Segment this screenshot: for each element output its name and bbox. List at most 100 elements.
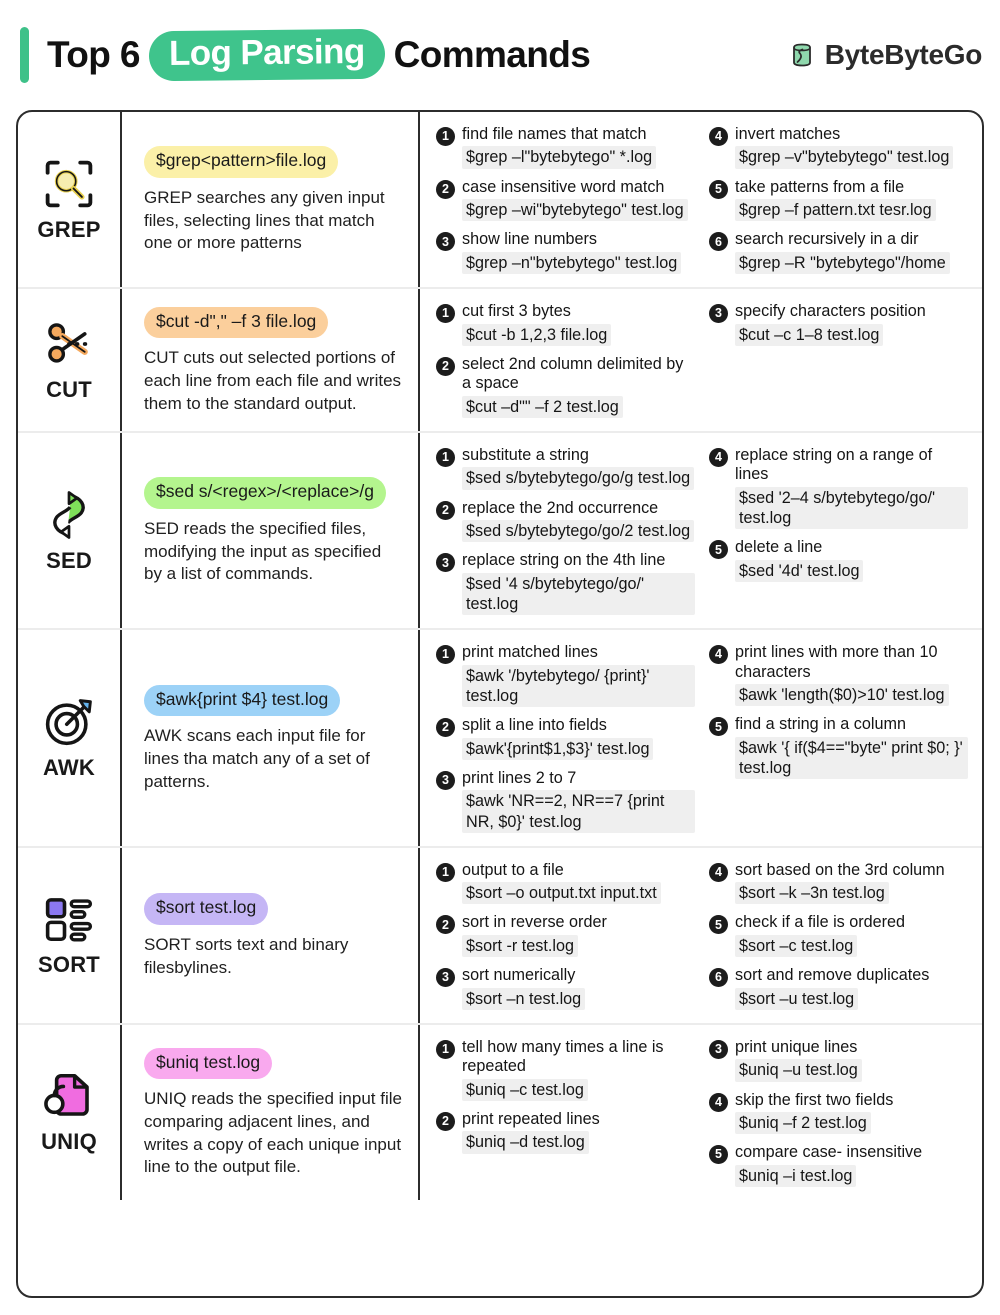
option-item: 5 delete a line $sed '4d' test.log <box>709 538 968 582</box>
command-description: CUT cuts out selected portions of each l… <box>144 348 402 413</box>
options-left-column: 1 cut first 3 bytes $cut -b 1,2,3 file.l… <box>436 302 695 418</box>
option-title: sort based on the 3rd column <box>735 860 945 879</box>
option-command: $sed s/bytebytego/go/2 test.log <box>462 520 695 543</box>
option-title: print matched lines <box>462 643 598 662</box>
command-syntax: $grep<pattern>file.log <box>144 146 339 178</box>
command-row-uniq: UNIQ $uniq test.log UNIQ reads the specifi… <box>18 1024 982 1200</box>
command-identity: SORT <box>18 847 122 1023</box>
option-number-badge: 4 <box>709 645 728 665</box>
option-item: 4 replace string on a range of lines $se… <box>709 446 968 530</box>
command-name: SORT <box>38 952 100 978</box>
option-number-badge: 3 <box>436 232 455 252</box>
option-item: 4 invert matches $grep –v"bytebytego" te… <box>709 125 968 169</box>
option-title: find file names that match <box>462 125 647 143</box>
command-summary: $sort test.log SORT sorts text and binary… <box>122 847 420 1023</box>
option-item: 5 check if a file is ordered $sort –c te… <box>709 913 968 958</box>
option-item: 3 print unique lines $uniq –u test.log <box>709 1038 968 1082</box>
option-number-badge: 5 <box>709 915 728 935</box>
option-title: find a string in a column <box>735 715 906 734</box>
command-name: CUT <box>46 376 92 402</box>
option-item: 1 print matched lines $awk '/bytebytego/… <box>436 643 695 708</box>
option-item: 4 sort based on the 3rd column $sort –k … <box>709 861 968 905</box>
document-copy-icon <box>42 1069 96 1123</box>
page-title: Top 6 Log Parsing Commands <box>20 27 787 83</box>
option-title: split a line into fields <box>462 716 607 735</box>
command-identity: SED <box>18 432 122 629</box>
option-number-badge: 5 <box>709 540 728 560</box>
options-left-column: 1 tell how many times a line is repeated… <box>436 1038 695 1187</box>
option-number-badge: 2 <box>436 500 455 520</box>
command-options: 1 print matched lines $awk '/bytebytego/… <box>420 630 982 846</box>
command-name: GREP <box>37 216 101 242</box>
option-title: sort numerically <box>462 966 576 985</box>
option-command: $uniq –u test.log <box>735 1059 862 1082</box>
options-left-column: 1 output to a file $sort –o output.txt i… <box>436 861 695 1010</box>
option-item: 2 case insensitive word match $grep –wi"… <box>436 178 695 222</box>
option-title: check if a file is ordered <box>735 913 906 932</box>
option-title: specify characters position <box>735 302 926 321</box>
option-number-badge: 5 <box>709 179 728 199</box>
command-summary: $uniq test.log UNIQ reads the specified i… <box>122 1024 420 1200</box>
option-item: 1 substitute a string $sed s/bytebytego/… <box>436 446 695 490</box>
magnifier-scan-icon <box>42 157 96 211</box>
option-item: 3 show line numbers $grep –n"bytebytego"… <box>436 230 695 275</box>
brand-name: ByteByteGo <box>824 39 983 70</box>
title-prefix: Top 6 <box>47 34 141 75</box>
option-item: 1 tell how many times a line is repeated… <box>436 1038 695 1101</box>
option-title: print unique lines <box>735 1037 858 1056</box>
option-number-badge: 2 <box>436 915 455 935</box>
option-number-badge: 3 <box>436 553 455 573</box>
option-number-badge: 1 <box>436 862 455 882</box>
command-row-sed: SED $sed s/<regex>/<replace>/g SED reads t… <box>18 432 982 631</box>
option-item: 1 find file names that match $grep –l"by… <box>436 125 695 169</box>
option-command: $uniq –d test.log <box>462 1131 589 1154</box>
option-item: 2 sort in reverse order $sort -r test.lo… <box>436 913 695 958</box>
command-summary: $sed s/<regex>/<replace>/g SED reads the … <box>122 432 420 629</box>
option-command: $awk '{ if($4=="byte" print $0; }' test.… <box>735 736 968 780</box>
accent-bar <box>20 27 29 83</box>
option-item: 3 sort numerically $sort –n test.log <box>436 966 695 1010</box>
command-options: 1 cut first 3 bytes $cut -b 1,2,3 file.l… <box>420 289 982 431</box>
option-number-badge: 1 <box>436 304 455 324</box>
option-command: $awk 'NR==2, NR==7 {print NR, $0}' test.… <box>462 790 695 833</box>
option-item: 2 print repeated lines $uniq –d test.log <box>436 1110 695 1154</box>
options-right-column: 3 specify characters position $cut –c 1–… <box>709 302 968 418</box>
option-item: 5 compare case- insensitive $uniq –i tes… <box>709 1143 968 1187</box>
command-description: AWK scans each input file for lines tha … <box>144 726 370 791</box>
option-item: 6 sort and remove duplicates $sort –u te… <box>709 966 968 1010</box>
option-item: 4 print lines with more than 10 characte… <box>709 643 968 707</box>
command-syntax: $uniq test.log <box>144 1047 273 1080</box>
option-title: skip the first two fields <box>735 1090 894 1109</box>
option-item: 4 skip the first two fields $uniq –f 2 t… <box>709 1091 968 1135</box>
option-number-badge: 1 <box>436 447 455 467</box>
option-title: sort in reverse order <box>462 913 607 932</box>
option-number-badge: 4 <box>709 1092 728 1112</box>
loop-arrows-icon <box>42 488 96 542</box>
option-number-badge: 1 <box>436 127 455 146</box>
options-right-column: 4 invert matches $grep –v"bytebytego" te… <box>709 125 968 275</box>
option-item: 1 output to a file $sort –o output.txt i… <box>436 861 695 905</box>
option-item: 3 replace string on the 4th line $sed '4… <box>436 551 695 616</box>
option-number-badge: 6 <box>709 968 728 988</box>
command-syntax: $sort test.log <box>144 893 269 925</box>
option-command: $grep –n"bytebytego" test.log <box>462 251 682 275</box>
title-suffix: Commands <box>393 34 591 75</box>
option-command: $cut -b 1,2,3 file.log <box>462 323 612 346</box>
command-identity: UNIQ <box>18 1024 122 1200</box>
commands-card: GREP $grep<pattern>file.log GREP searches … <box>16 110 984 1298</box>
options-right-column: 3 print unique lines $uniq –u test.log 4… <box>709 1038 968 1187</box>
command-options: 1 find file names that match $grep –l"by… <box>420 112 982 287</box>
option-item: 5 find a string in a column $awk '{ if($… <box>709 715 968 780</box>
option-item: 2 replace the 2nd occurrence $sed s/byte… <box>436 499 695 543</box>
options-right-column: 4 replace string on a range of lines $se… <box>709 446 968 615</box>
option-item: 2 split a line into fields $awk'{print$1… <box>436 716 695 760</box>
option-number-badge: 3 <box>709 1039 728 1059</box>
option-title: print lines with more than 10 characters <box>735 643 938 681</box>
command-name: UNIQ <box>41 1129 97 1155</box>
command-identity: AWK <box>18 630 122 846</box>
option-title: replace the 2nd occurrence <box>462 498 659 517</box>
option-command: $sed '4 s/bytebytego/go/' test.log <box>462 572 695 616</box>
option-command: $cut –d"" –f 2 test.log <box>462 395 623 418</box>
command-summary: $grep<pattern>file.log GREP searches any … <box>122 112 420 288</box>
option-command: $grep –v"bytebytego" test.log <box>735 146 954 169</box>
